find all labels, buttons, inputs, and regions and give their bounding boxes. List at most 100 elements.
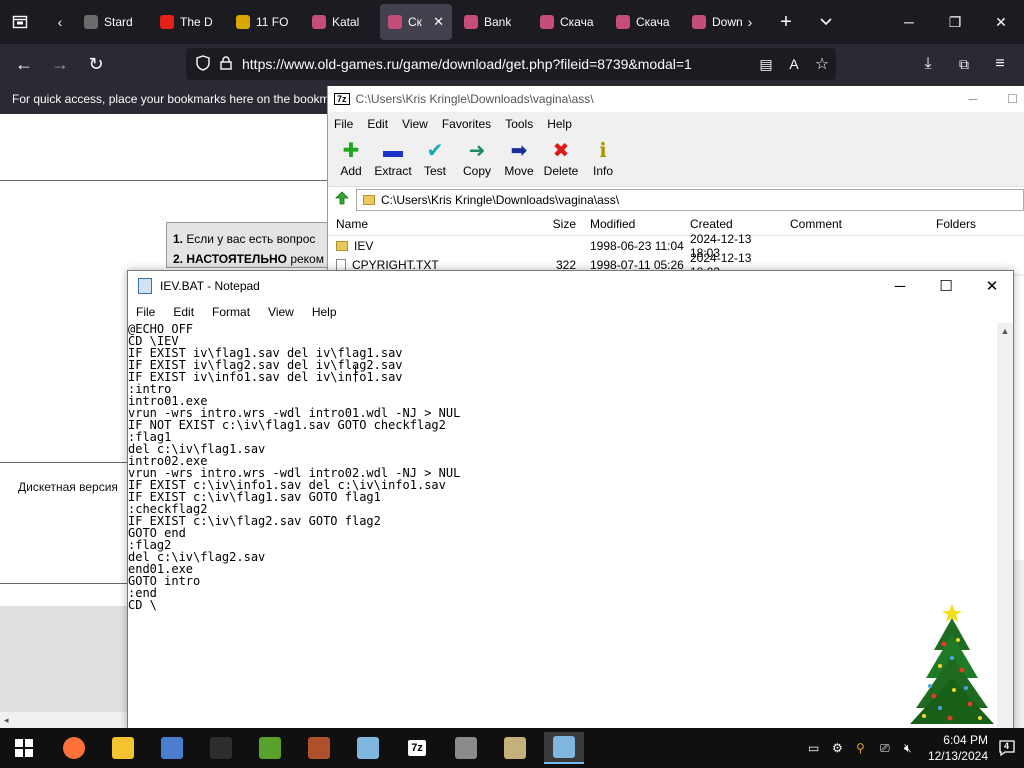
- file-name: IEV: [354, 238, 374, 253]
- sevenzip-delete-button[interactable]: ✖ Delete: [540, 136, 582, 186]
- sevenzip-info-button[interactable]: ℹ Info: [582, 136, 624, 186]
- tab-title: Ск: [408, 15, 422, 29]
- column-header-created[interactable]: Created: [684, 217, 784, 231]
- page-gray-block: [0, 606, 128, 716]
- notepad-text-area[interactable]: @ECHO OFF CD \IEV IF EXIST iv\flag1.sav …: [128, 323, 998, 729]
- tabs-scroll-left-icon[interactable]: ‹: [46, 8, 74, 36]
- sevenzip-maximize-icon[interactable]: ☐: [1007, 92, 1018, 106]
- forward-icon[interactable]: →: [46, 50, 74, 78]
- extensions-icon[interactable]: ⧉: [950, 50, 978, 78]
- taskbar-firefox-icon[interactable]: [54, 732, 94, 764]
- taskbar-app-game-icon[interactable]: [299, 732, 339, 764]
- notepad-menu-view[interactable]: View: [268, 305, 294, 319]
- taskbar-security-icon[interactable]: [201, 732, 241, 764]
- back-icon[interactable]: ←: [10, 50, 38, 78]
- taskbar-notepad-active-icon[interactable]: [544, 732, 584, 764]
- page-vscroll[interactable]: [1014, 560, 1024, 728]
- sevenzip-test-button[interactable]: ✔ Test: [414, 136, 456, 186]
- column-header-name[interactable]: Name: [328, 217, 488, 231]
- sevenzip-menu-view[interactable]: View: [402, 117, 428, 131]
- list-all-tabs-icon[interactable]: [812, 8, 840, 36]
- sevenzip-path-field[interactable]: C:\Users\Kris Kringle\Downloads\vagina\a…: [356, 188, 1024, 211]
- notepad-menu-file[interactable]: File: [136, 305, 155, 319]
- browser-restore-icon[interactable]: ❐: [932, 8, 978, 36]
- shield-icon[interactable]: [196, 54, 210, 74]
- translate-icon[interactable]: A: [780, 50, 808, 78]
- taskbar-app-gray-icon[interactable]: [446, 732, 486, 764]
- notepad-maximize-icon[interactable]: ☐: [923, 271, 969, 301]
- taskbar-clock[interactable]: 6:04 PM 12/13/2024: [928, 732, 988, 764]
- bookmarks-hint: For quick access, place your bookmarks h…: [12, 92, 330, 106]
- sevenzip-extract-button[interactable]: ▬ Extract: [372, 136, 414, 186]
- copy-arrow-icon: ➜: [468, 140, 486, 162]
- notepad-menu-help[interactable]: Help: [312, 305, 337, 319]
- column-header-comment[interactable]: Comment: [784, 217, 894, 231]
- sevenzip-add-button[interactable]: ✚ Add: [330, 136, 372, 186]
- browser-tab[interactable]: The D: [152, 4, 224, 40]
- sevenzip-menu-file[interactable]: File: [334, 117, 353, 131]
- file-explorer-glyph: [112, 737, 134, 759]
- sevenzip-move-button[interactable]: ➡ Move: [498, 136, 540, 186]
- new-tab-icon[interactable]: +: [772, 8, 800, 36]
- column-header-folders[interactable]: Folders: [894, 217, 1004, 231]
- browser-close-icon[interactable]: ✕: [978, 8, 1024, 36]
- taskbar-app-green-icon[interactable]: [250, 732, 290, 764]
- browser-tab[interactable]: Bank: [456, 4, 528, 40]
- notepad-title: IEV.BAT - Notepad: [160, 279, 260, 293]
- start-windows-icon[interactable]: [4, 732, 44, 764]
- column-header-modified[interactable]: Modified: [584, 217, 684, 231]
- notepad-menu-edit[interactable]: Edit: [173, 305, 194, 319]
- notepad-menu-format[interactable]: Format: [212, 305, 250, 319]
- sevenzip-minimize-icon[interactable]: ─: [969, 92, 978, 106]
- tab-favicon-icon: [616, 15, 630, 29]
- tab-close-icon[interactable]: ✕: [433, 14, 444, 30]
- up-folder-icon[interactable]: [334, 190, 350, 209]
- browser-tab[interactable]: Скача: [532, 4, 604, 40]
- sevenzip-menu-help[interactable]: Help: [547, 117, 572, 131]
- sevenzip-menu-tools[interactable]: Tools: [505, 117, 533, 131]
- menu-hamburger-icon[interactable]: ≡: [986, 50, 1014, 78]
- notepad-close-icon[interactable]: ✕: [969, 271, 1015, 301]
- page-divider: [0, 583, 130, 584]
- downloads-icon[interactable]: ⤓: [914, 50, 942, 78]
- taskbar-file-explorer-icon[interactable]: [103, 732, 143, 764]
- reload-icon[interactable]: ↻: [82, 50, 110, 78]
- tray-volume-muted-icon[interactable]: 🔇︎: [904, 741, 918, 755]
- url-bar[interactable]: https://www.old-games.ru/game/download/g…: [186, 48, 836, 80]
- tray-display-icon[interactable]: ⎚: [880, 741, 894, 755]
- browser-tab[interactable]: 11 FO: [228, 4, 300, 40]
- browser-tab[interactable]: Ск ✕: [380, 4, 452, 40]
- tray-network-app-icon[interactable]: ⚙: [832, 741, 846, 755]
- file-list-row[interactable]: IEV 1998-06-23 11:04 2024-12-13 18:03: [328, 232, 1024, 260]
- page-hscroll[interactable]: ◂: [0, 712, 128, 728]
- taskbar-7zip-icon[interactable]: 7z: [397, 732, 437, 764]
- taskbar-app-blue-icon[interactable]: [152, 732, 192, 764]
- taskbar-paint-icon[interactable]: [495, 732, 535, 764]
- taskbar-app-notepad-icon[interactable]: [348, 732, 388, 764]
- notification-center-icon[interactable]: 4: [998, 739, 1016, 757]
- sevenzip-tool-label: Info: [592, 164, 613, 178]
- column-header-size[interactable]: Size: [488, 217, 584, 231]
- tab-overview-icon[interactable]: [6, 8, 34, 36]
- tray-monitor-icon[interactable]: ▭: [808, 741, 822, 755]
- browser-tab[interactable]: Katal: [304, 4, 376, 40]
- browser-tab[interactable]: Скача: [608, 4, 680, 40]
- text-file-icon: [336, 258, 346, 271]
- diskette-version-label[interactable]: Дискетная версия: [18, 480, 118, 494]
- scroll-up-icon[interactable]: ▲: [997, 323, 1013, 336]
- url-text[interactable]: https://www.old-games.ru/game/download/g…: [242, 56, 692, 72]
- sevenzip-menu-favorites[interactable]: Favorites: [442, 117, 491, 131]
- browser-minimize-icon[interactable]: ─: [886, 8, 932, 36]
- browser-tab[interactable]: Stard: [76, 4, 148, 40]
- security-glyph: [210, 737, 232, 759]
- bookmark-star-icon[interactable]: ☆: [808, 50, 836, 78]
- tabs-scroll-right-icon[interactable]: ›: [736, 8, 764, 36]
- sevenzip-copy-button[interactable]: ➜ Copy: [456, 136, 498, 186]
- system-tray: ▭ ⚙ ⚲ ⎚ 🔇︎ 6:04 PM 12/13/2024 4: [808, 728, 1024, 768]
- notepad-vscroll[interactable]: ▲: [997, 323, 1013, 729]
- notepad-minimize-icon[interactable]: ─: [877, 271, 923, 301]
- tray-search-icon[interactable]: ⚲: [856, 741, 870, 755]
- reader-view-icon[interactable]: ▤: [752, 50, 780, 78]
- sevenzip-menu-edit[interactable]: Edit: [367, 117, 388, 131]
- lock-icon[interactable]: [220, 55, 232, 73]
